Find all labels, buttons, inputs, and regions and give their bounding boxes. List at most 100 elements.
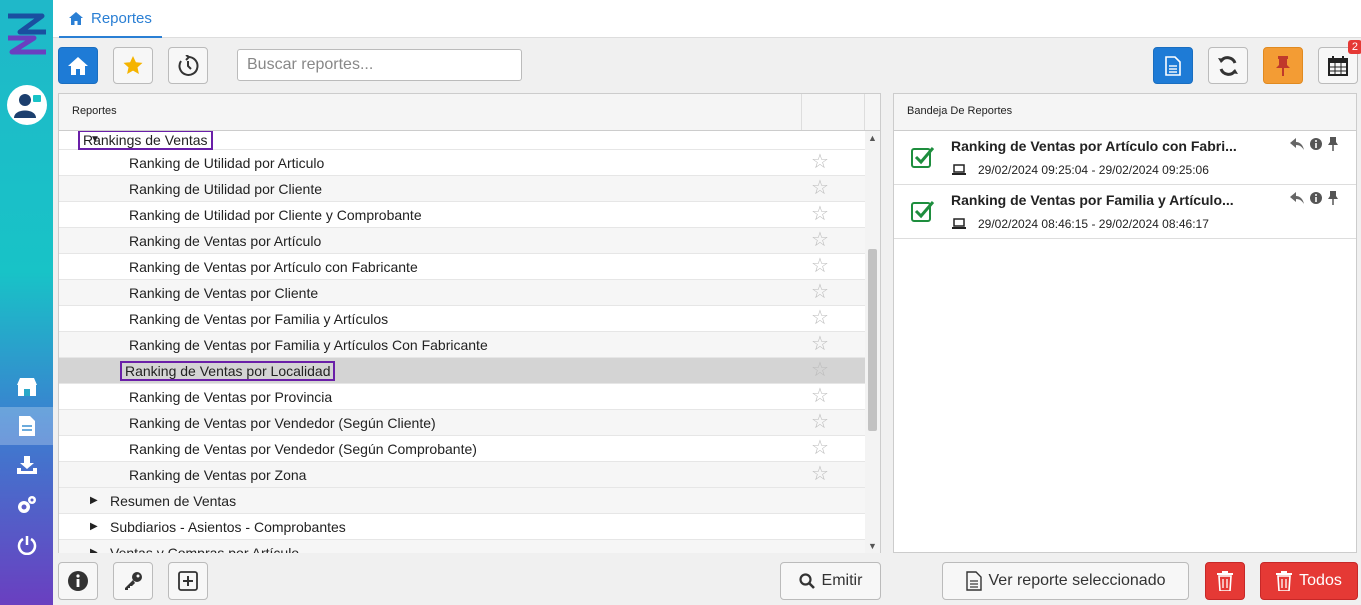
emitir-label: Emitir <box>821 572 863 589</box>
list-item[interactable]: Ranking de Utilidad por Cliente y Compro… <box>59 202 865 228</box>
scroll-down-arrow-icon[interactable]: ▼ <box>868 541 877 551</box>
store-icon[interactable] <box>0 368 53 406</box>
list-item-selected[interactable]: Ranking de Ventas por Localidad ☆ <box>59 358 865 384</box>
tab-reportes[interactable]: Reportes <box>59 0 162 38</box>
info-icon[interactable] <box>1310 192 1322 204</box>
trash-icon <box>1217 571 1233 591</box>
star-outline-icon[interactable]: ☆ <box>811 204 829 224</box>
list-item[interactable]: Ranking de Ventas por Artículo ☆ <box>59 228 865 254</box>
info-icon <box>68 571 88 591</box>
calendar-button[interactable]: 2 <box>1318 40 1361 84</box>
list-item[interactable]: Ranking de Ventas por Familia y Artículo… <box>59 332 865 358</box>
search-input[interactable] <box>237 49 522 81</box>
tab-label: Reportes <box>91 9 152 27</box>
user-avatar[interactable] <box>7 85 47 125</box>
key-icon <box>125 572 142 590</box>
download-tray-icon[interactable] <box>0 446 53 484</box>
home-button[interactable] <box>58 47 98 84</box>
view-selected-report-button[interactable]: Ver reporte seleccionado <box>942 562 1189 600</box>
list-item[interactable]: Ranking de Ventas por Zona ☆ <box>59 462 865 488</box>
report-name: Ranking de Ventas por Vendedor (Según Cl… <box>129 414 436 431</box>
group-label: Resumen de Ventas <box>110 492 237 509</box>
favorites-button[interactable] <box>113 47 153 84</box>
list-item[interactable]: Ranking de Ventas por Vendedor (Según Co… <box>59 436 865 462</box>
calendar-icon <box>1328 55 1348 76</box>
reports-icon[interactable] <box>0 407 53 445</box>
delete-all-label: Todos <box>1299 572 1342 589</box>
tree-group-collapsed[interactable]: ▶ Subdiarios - Asientos - Comprobantes <box>59 514 865 540</box>
tree-group-collapsed[interactable]: ▶ Resumen de Ventas <box>59 488 865 514</box>
check-square-icon <box>911 201 935 222</box>
search-icon <box>798 573 815 589</box>
list-item[interactable]: Ranking de Utilidad por Cliente ☆ <box>59 176 865 202</box>
star-outline-icon[interactable]: ☆ <box>811 230 829 250</box>
refresh-icon <box>1218 55 1238 76</box>
refresh-button[interactable] <box>1208 47 1248 84</box>
info-icon[interactable] <box>1310 138 1322 150</box>
tree-group-collapsed[interactable]: ▶ Ventas y Compras por Artículo <box>59 540 865 553</box>
report-name: Ranking de Ventas por Zona <box>129 466 307 483</box>
list-item[interactable]: Ranking de Ventas por Artículo con Fabri… <box>59 254 865 280</box>
report-name: Ranking de Ventas por Vendedor (Según Co… <box>129 440 477 457</box>
star-outline-icon[interactable]: ☆ <box>811 438 829 458</box>
reports-panel-header: Reportes <box>59 94 880 131</box>
report-tray-header: Bandeja De Reportes <box>894 94 1356 131</box>
tray-item-dates: 29/02/2024 09:25:04 - 29/02/2024 09:25:0… <box>978 163 1209 177</box>
scroll-up-arrow-icon[interactable]: ▲ <box>868 133 877 143</box>
star-outline-icon[interactable]: ☆ <box>811 282 829 302</box>
info-button[interactable] <box>58 562 98 600</box>
reply-icon[interactable] <box>1290 138 1304 150</box>
star-outline-icon[interactable]: ☆ <box>811 464 829 484</box>
list-item[interactable]: Ranking de Utilidad por Articulo ☆ <box>59 150 865 176</box>
tree-group-open[interactable]: ▼ Rankings de Ventas <box>59 131 865 150</box>
report-name: Ranking de Ventas por Localidad <box>120 360 336 381</box>
star-outline-icon[interactable]: ☆ <box>811 152 829 172</box>
list-item[interactable]: Ranking de Ventas por Provincia ☆ <box>59 384 865 410</box>
list-item[interactable]: Ranking de Ventas por Vendedor (Según Cl… <box>59 410 865 436</box>
tray-item-title: Ranking de Ventas por Familia y Artículo… <box>951 192 1234 208</box>
reply-icon[interactable] <box>1290 192 1304 204</box>
delete-all-button[interactable]: Todos <box>1260 562 1358 600</box>
caret-right-icon: ▶ <box>90 521 98 532</box>
emitir-button[interactable]: Emitir <box>780 562 881 600</box>
check-square-icon <box>911 147 935 168</box>
pin-button[interactable] <box>1263 47 1303 84</box>
laptop-icon <box>952 218 966 229</box>
history-button[interactable] <box>168 47 208 84</box>
pin-icon[interactable] <box>1328 191 1338 205</box>
star-outline-icon[interactable]: ☆ <box>811 412 829 432</box>
scrollbar-thumb[interactable] <box>868 249 877 431</box>
report-name: Ranking de Utilidad por Articulo <box>129 154 325 171</box>
trash-icon <box>1276 571 1293 591</box>
settings-gears-icon[interactable] <box>0 486 53 524</box>
power-icon[interactable] <box>0 526 53 564</box>
tray-item-title: Ranking de Ventas por Artículo con Fabri… <box>951 138 1237 154</box>
group-label: Rankings de Ventas <box>78 131 213 150</box>
caret-right-icon: ▶ <box>90 495 98 506</box>
star-outline-icon[interactable]: ☆ <box>811 178 829 198</box>
star-outline-icon[interactable]: ☆ <box>811 308 829 328</box>
star-outline-icon[interactable]: ☆ <box>811 386 829 406</box>
delete-button[interactable] <box>1205 562 1245 600</box>
tree-scrollbar[interactable]: ▲ ▼ <box>865 131 880 553</box>
add-button[interactable] <box>168 562 208 600</box>
star-outline-icon[interactable]: ☆ <box>811 360 829 380</box>
view-selected-label: Ver reporte seleccionado <box>988 572 1166 589</box>
top-header: Reportes <box>53 0 1361 38</box>
report-name: Ranking de Ventas por Artículo con Fabri… <box>129 258 418 275</box>
star-outline-icon[interactable]: ☆ <box>811 256 829 276</box>
star-outline-icon[interactable]: ☆ <box>811 334 829 354</box>
list-item[interactable]: Ranking de Ventas por Cliente ☆ <box>59 280 865 306</box>
tray-item[interactable]: Ranking de Ventas por Familia y Artículo… <box>894 185 1356 239</box>
document-icon <box>965 571 982 591</box>
permissions-button[interactable] <box>113 562 153 600</box>
list-item[interactable]: Ranking de Ventas por Familia y Artículo… <box>59 306 865 332</box>
tray-item[interactable]: Ranking de Ventas por Artículo con Fabri… <box>894 131 1356 185</box>
report-name: Ranking de Utilidad por Cliente y Compro… <box>129 206 422 223</box>
report-name: Ranking de Ventas por Provincia <box>129 388 333 405</box>
app-logo[interactable] <box>6 12 48 56</box>
group-label: Ventas y Compras por Artículo <box>110 544 300 554</box>
star-icon <box>123 56 143 74</box>
pin-icon[interactable] <box>1328 137 1338 151</box>
report-view-button[interactable] <box>1153 47 1193 84</box>
